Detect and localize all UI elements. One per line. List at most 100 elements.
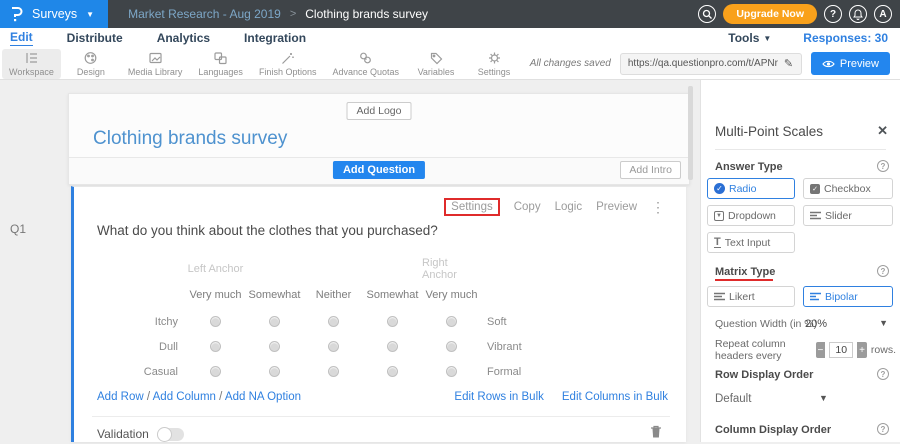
search-icon[interactable]	[698, 5, 716, 23]
matrix-radio[interactable]	[269, 341, 280, 352]
canvas-scrollbar[interactable]	[688, 86, 693, 180]
right-anchor-label: Right Anchor	[422, 257, 481, 281]
bipolar-icon	[810, 292, 821, 301]
validation-label: Validation	[97, 427, 149, 441]
chevron-down-icon[interactable]: ▼	[819, 393, 828, 403]
tab-integration[interactable]: Integration	[244, 31, 306, 45]
preview-button[interactable]: Preview	[811, 52, 890, 75]
help-icon[interactable]: ?	[877, 265, 889, 277]
toolbar-item-media-library[interactable]: Media Library	[121, 49, 190, 79]
add-question-button[interactable]: Add Question	[333, 161, 425, 179]
option-label: Likert	[729, 291, 755, 303]
matrix-type-label: Matrix Type	[715, 266, 775, 278]
question-settings-link[interactable]: Settings	[444, 198, 500, 216]
toolbar-item-advance-quotas[interactable]: Advance Quotas	[325, 49, 406, 79]
edit-columns-bulk-link[interactable]: Edit Columns in Bulk	[562, 391, 668, 403]
option-label: Bipolar	[825, 291, 858, 303]
help-icon[interactable]: ?	[877, 368, 889, 380]
column-display-order-label: Column Display Order	[715, 424, 831, 436]
answer-type-text-input[interactable]: T Text Input	[707, 232, 795, 253]
add-na-option-link[interactable]: Add NA Option	[225, 391, 301, 403]
matrix-radio[interactable]	[269, 316, 280, 327]
validation-toggle[interactable]	[157, 428, 184, 441]
matrix-radio[interactable]	[387, 316, 398, 327]
tab-analytics[interactable]: Analytics	[157, 31, 210, 45]
toolbar-item-languages[interactable]: Languages	[191, 49, 250, 79]
responses-count-link[interactable]: Responses: 30	[803, 31, 888, 45]
toolbar-item-label: Variables	[418, 67, 455, 77]
help-icon[interactable]: ?	[877, 160, 889, 172]
matrix-radio[interactable]	[446, 341, 457, 352]
link-separator: /	[147, 391, 150, 403]
kebab-menu-icon[interactable]: ⋮	[651, 199, 665, 216]
edit-rows-bulk-link[interactable]: Edit Rows in Bulk	[454, 391, 543, 403]
toolbar-item-settings[interactable]: Settings	[466, 49, 522, 79]
add-row-link[interactable]: Add Row	[97, 391, 144, 403]
matrix-radio[interactable]	[387, 366, 398, 377]
add-column-link[interactable]: Add Column	[153, 391, 216, 403]
question-card: Settings Copy Logic Preview ⋮ What do yo…	[71, 186, 686, 442]
matrix-radio[interactable]	[328, 366, 339, 377]
languages-icon	[213, 51, 228, 65]
matrix-type-bipolar[interactable]: Bipolar	[803, 286, 893, 307]
avatar[interactable]: A	[874, 5, 892, 23]
matrix-radio[interactable]	[328, 341, 339, 352]
repeat-headers-value[interactable]	[829, 342, 853, 358]
tools-label: Tools	[728, 31, 759, 45]
matrix-column-header: Neither	[316, 289, 351, 301]
close-panel-icon[interactable]: ✕	[877, 123, 888, 139]
matrix-radio[interactable]	[328, 316, 339, 327]
minus-stepper-button[interactable]: −	[816, 342, 826, 358]
toolbar-item-workspace[interactable]: Workspace	[2, 49, 61, 79]
option-label: Dropdown	[728, 210, 776, 222]
matrix-row-left-label: Dull	[159, 341, 186, 353]
survey-url-box: ✎	[620, 53, 802, 75]
survey-url-input[interactable]	[628, 58, 778, 69]
answer-type-checkbox[interactable]: ✓ Checkbox	[803, 178, 893, 199]
answer-type-radio[interactable]: ✓ Radio	[707, 178, 795, 199]
question-preview-link[interactable]: Preview	[596, 201, 637, 213]
matrix-radio[interactable]	[387, 341, 398, 352]
matrix-radio[interactable]	[446, 316, 457, 327]
question-text[interactable]: What do you think about the clothes that…	[97, 223, 438, 238]
add-logo-button[interactable]: Add Logo	[347, 102, 412, 120]
help-button[interactable]: ?	[824, 5, 842, 23]
matrix-column-header: Very much	[426, 289, 478, 301]
toolbar-item-variables[interactable]: Variables	[408, 49, 464, 79]
variables-tag-icon	[429, 51, 444, 65]
upgrade-now-button[interactable]: Upgrade Now	[723, 4, 817, 24]
slider-icon	[810, 211, 821, 220]
delete-question-icon[interactable]	[650, 425, 662, 444]
matrix-radio[interactable]	[210, 316, 221, 327]
top-bar: Surveys ▼ Market Research - Aug 2019 > C…	[0, 0, 900, 28]
add-intro-button[interactable]: Add Intro	[620, 161, 681, 179]
breadcrumb-folder[interactable]: Market Research - Aug 2019	[128, 7, 281, 21]
tab-edit[interactable]: Edit	[10, 30, 33, 46]
answer-type-slider[interactable]: Slider	[803, 205, 893, 226]
matrix-radio[interactable]	[269, 366, 280, 377]
matrix-radio[interactable]	[210, 366, 221, 377]
tab-distribute[interactable]: Distribute	[67, 31, 123, 45]
bulk-edit-links: Edit Rows in Bulk Edit Columns in Bulk	[454, 391, 668, 403]
matrix-radio[interactable]	[446, 366, 457, 377]
plus-stepper-button[interactable]: +	[857, 342, 867, 358]
matrix-type-likert[interactable]: Likert	[707, 286, 795, 307]
row-display-order-select[interactable]: Default	[715, 393, 751, 405]
repeat-headers-row: Repeat column headers every − + rows.	[715, 338, 896, 362]
divider	[715, 149, 886, 150]
chevron-down-icon[interactable]: ▼	[879, 318, 888, 328]
notifications-bell-icon[interactable]	[849, 5, 867, 23]
tools-menu[interactable]: Tools ▼	[728, 31, 771, 45]
matrix-radio[interactable]	[210, 341, 221, 352]
survey-title[interactable]: Clothing brands survey	[93, 128, 287, 150]
toolbar-item-design[interactable]: Design	[63, 49, 119, 79]
edit-url-pencil-icon[interactable]: ✎	[784, 57, 793, 70]
toolbar-item-finish-options[interactable]: Finish Options	[252, 49, 324, 79]
question-logic-link[interactable]: Logic	[555, 201, 583, 213]
question-width-value[interactable]: 20%	[805, 318, 827, 330]
validation-row: Validation	[97, 427, 184, 441]
brand-menu[interactable]: Surveys ▼	[0, 0, 108, 28]
help-icon[interactable]: ?	[877, 423, 889, 435]
question-copy-link[interactable]: Copy	[514, 201, 541, 213]
answer-type-dropdown[interactable]: ▼ Dropdown	[707, 205, 795, 226]
